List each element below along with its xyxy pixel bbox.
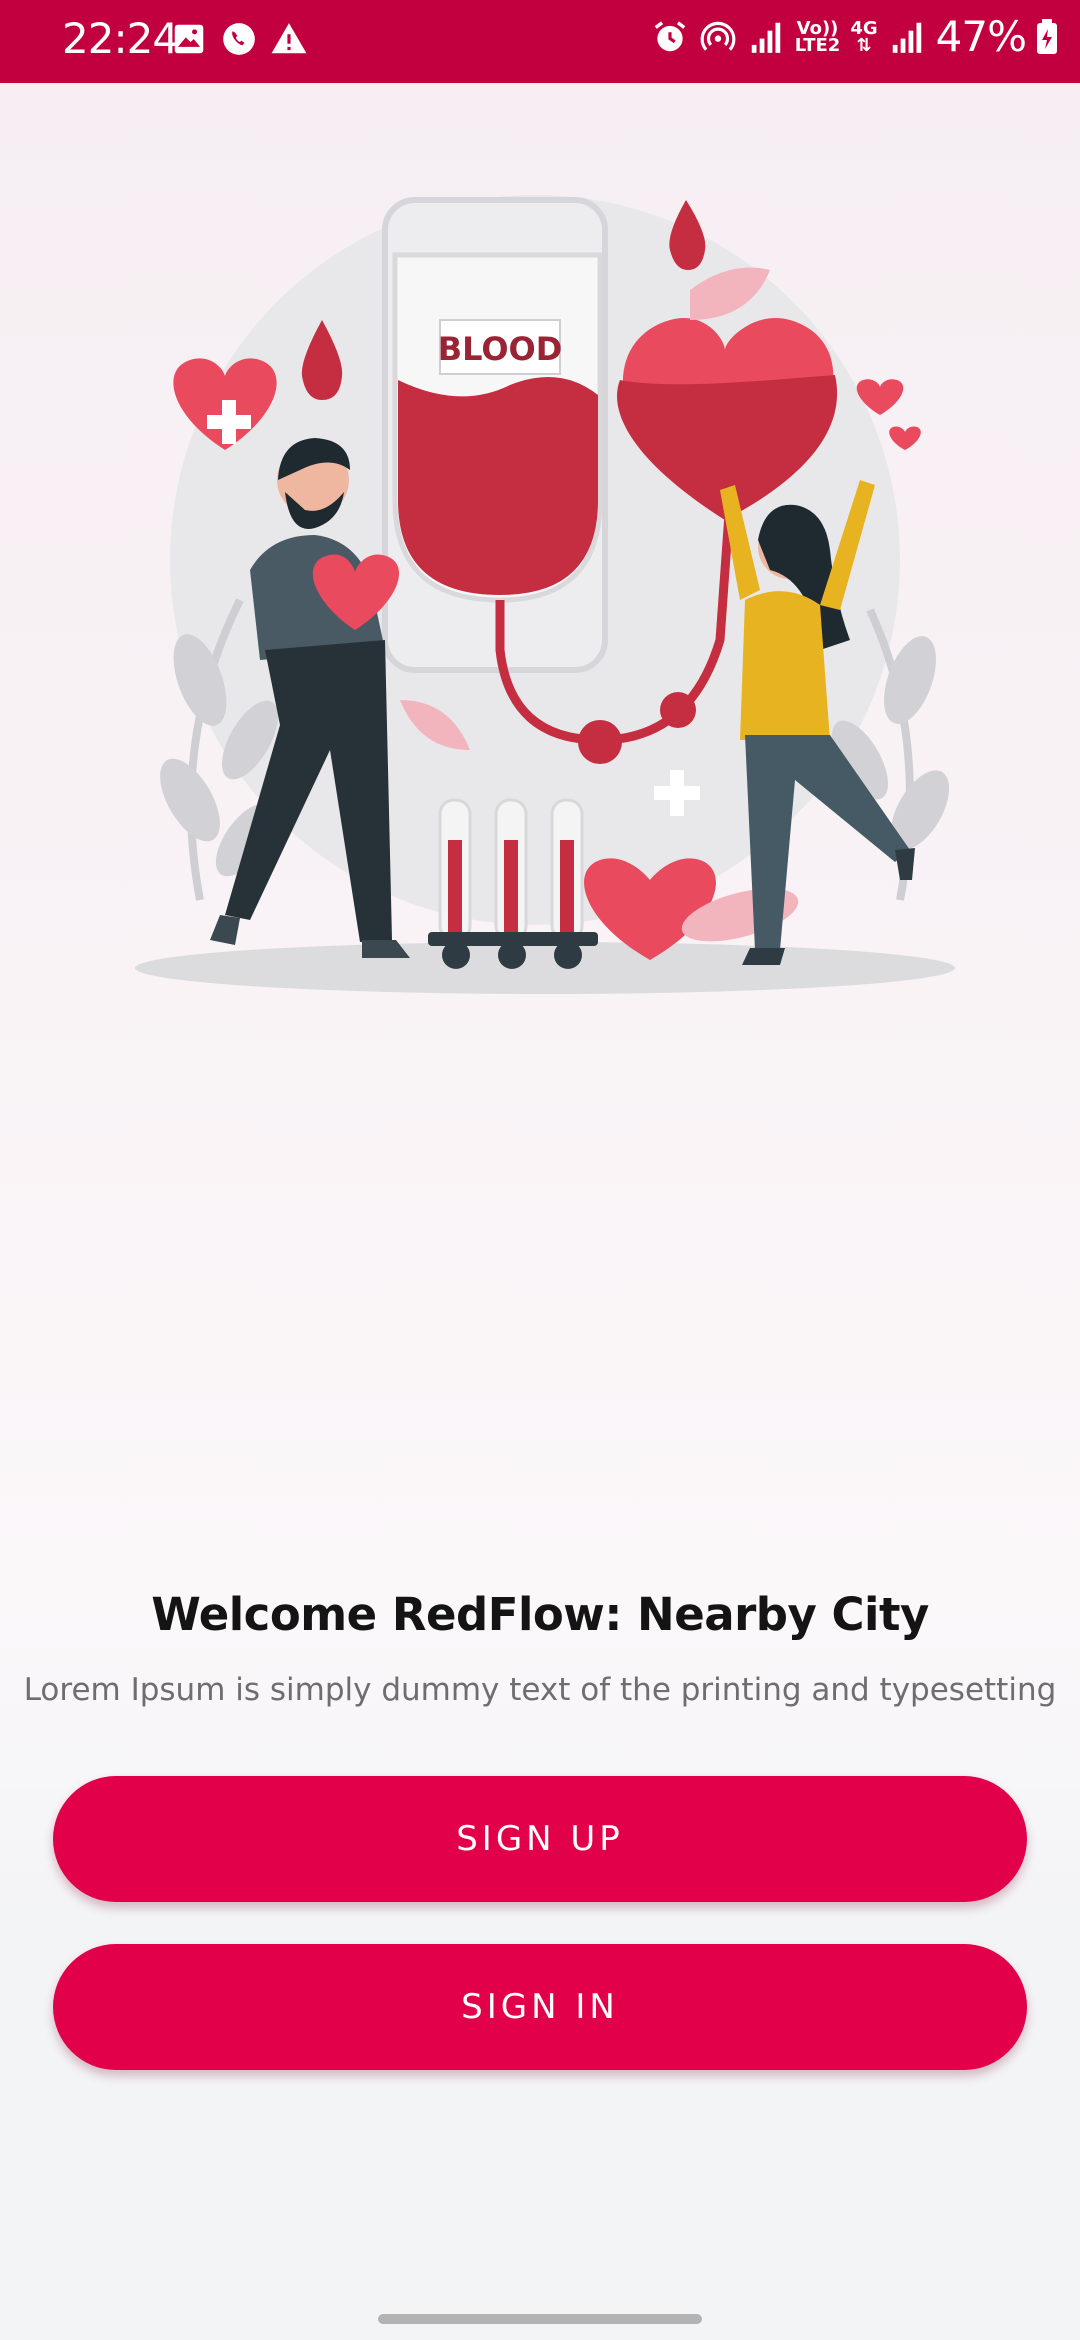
network-gen: 4G ⇅ [850, 17, 878, 56]
welcome-subtitle: Lorem Ipsum is simply dummy text of the … [23, 1672, 1057, 1708]
welcome-title: Welcome RedFlow: Nearby City [151, 1588, 929, 1641]
volte-label: Vo)) [796, 17, 839, 39]
data-arrows-icon: ⇅ [856, 34, 872, 56]
alarm-icon [654, 20, 686, 51]
bag-label: BLOOD [438, 330, 563, 368]
sign-up-button[interactable]: SIGN UP [53, 1776, 1027, 1902]
test-tubes [428, 798, 598, 969]
status-notification-icons [170, 20, 308, 58]
call-icon [223, 23, 255, 55]
status-system-icons: Vo)) LTE2 4G ⇅ 47% [651, 12, 1058, 61]
status-bar: 22:24 Vo)) LTE2 4G ⇅ 47% [0, 0, 1080, 83]
network-gen-label: 4G [850, 17, 878, 39]
warning-icon [271, 23, 307, 54]
hotspot-icon [700, 21, 736, 51]
gesture-nav-handle[interactable] [378, 2314, 702, 2324]
ground-shadow [135, 942, 955, 994]
signal-icon [892, 22, 921, 53]
battery-charging-icon [1037, 18, 1057, 54]
gallery-icon [174, 24, 204, 54]
battery-level: 47% [935, 12, 1027, 61]
sign-in-button[interactable]: SIGN IN [53, 1944, 1027, 2070]
blood-drop [669, 200, 706, 270]
signal-icon [751, 22, 780, 53]
lte-label: LTE2 [794, 34, 841, 56]
status-time: 22:24 [62, 14, 179, 63]
network-type: Vo)) LTE2 [794, 17, 841, 56]
blood-donation-illustration: BLOOD [135, 195, 955, 994]
